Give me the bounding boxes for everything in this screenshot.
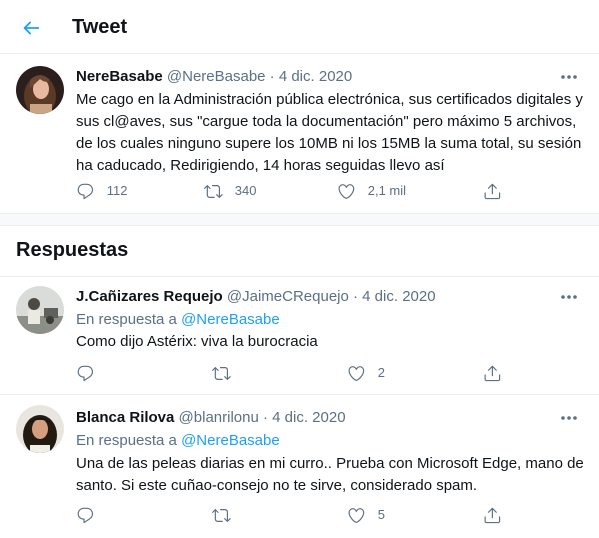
tweet-text: Como dijo Astérix: viva la burocracia — [76, 333, 318, 350]
reply-tweet[interactable]: J.Cañizares Requejo @JaimeCRequejo · 4 d… — [0, 276, 599, 394]
retweet-count: 340 — [234, 183, 257, 198]
reply-button[interactable]: 112 — [76, 181, 127, 201]
more-options-button[interactable] — [559, 408, 579, 428]
reply-to-link[interactable]: @NereBasabe — [181, 311, 280, 328]
back-button[interactable] — [16, 13, 46, 43]
share-icon — [484, 365, 501, 381]
author-meta: @NereBasabe · 4 dic. 2020 — [166, 68, 353, 85]
reply-icon — [77, 507, 94, 523]
avatar[interactable] — [16, 66, 64, 114]
like-count: 2,1 mil — [367, 183, 407, 198]
share-button[interactable] — [483, 181, 502, 201]
more-icon — [561, 416, 577, 420]
retweet-icon — [212, 366, 231, 380]
heart-icon — [348, 365, 365, 381]
like-button[interactable]: 2 — [347, 363, 385, 383]
author-name[interactable]: Blanca Rilova — [76, 409, 174, 426]
page-header: Tweet — [0, 0, 599, 54]
share-button[interactable] — [483, 363, 502, 383]
reply-tweet[interactable]: Blanca Rilova @blanrilonu · 4 dic. 2020 … — [0, 394, 599, 538]
retweet-icon — [212, 508, 231, 522]
like-count: 2 — [377, 365, 385, 380]
share-icon — [484, 507, 501, 523]
reply-prefix: En respuesta a — [76, 311, 177, 328]
heart-icon — [338, 183, 355, 199]
avatar[interactable] — [16, 286, 64, 334]
author-line: J.Cañizares Requejo @JaimeCRequejo · 4 d… — [76, 287, 436, 307]
tweet-text: Me cago en la Administración pública ele… — [76, 91, 583, 174]
reply-count: 112 — [106, 183, 128, 198]
retweet-button[interactable] — [212, 363, 231, 383]
reply-context: En respuesta a @NereBasabe — [76, 310, 280, 330]
author-line: NereBasabe @NereBasabe · 4 dic. 2020 — [76, 67, 352, 87]
author-line: Blanca Rilova @blanrilonu · 4 dic. 2020 — [76, 408, 346, 428]
retweet-button[interactable]: 340 — [204, 181, 256, 201]
reply-icon — [77, 183, 94, 199]
author-name[interactable]: NereBasabe — [76, 68, 163, 85]
main-tweet[interactable]: NereBasabe @NereBasabe · 4 dic. 2020 Me … — [0, 55, 599, 213]
more-icon — [561, 295, 577, 299]
section-separator — [0, 213, 599, 226]
heart-icon — [348, 507, 365, 523]
tweet-text: Una de las peleas diarias en mi curro.. … — [76, 455, 584, 494]
reply-to-link[interactable]: @NereBasabe — [181, 432, 280, 449]
section-title: Respuestas — [16, 239, 129, 261]
like-count: 5 — [377, 507, 385, 522]
reply-button[interactable] — [76, 363, 95, 383]
avatar[interactable] — [16, 405, 64, 453]
reply-button[interactable] — [76, 505, 95, 525]
reply-context: En respuesta a @NereBasabe — [76, 431, 280, 451]
more-options-button[interactable] — [559, 67, 579, 87]
like-button[interactable]: 2,1 mil — [337, 181, 406, 201]
retweet-icon — [204, 184, 223, 198]
retweet-button[interactable] — [212, 505, 231, 525]
reply-prefix: En respuesta a — [76, 432, 177, 449]
arrow-left-icon — [23, 21, 40, 35]
author-name[interactable]: J.Cañizares Requejo — [76, 288, 223, 305]
page-title: Tweet — [72, 16, 128, 38]
share-button[interactable] — [483, 505, 502, 525]
author-meta: @JaimeCRequejo · 4 dic. 2020 — [226, 288, 436, 305]
like-button[interactable]: 5 — [347, 505, 385, 525]
author-meta: @blanrilonu · 4 dic. 2020 — [178, 409, 346, 426]
reply-icon — [77, 365, 94, 381]
more-options-button[interactable] — [559, 287, 579, 307]
share-icon — [484, 183, 501, 199]
more-icon — [561, 75, 577, 79]
